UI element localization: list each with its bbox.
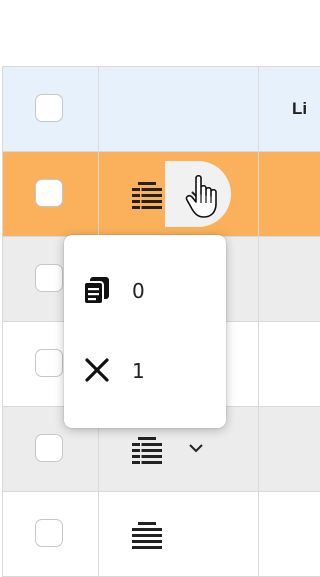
table-list-icon[interactable]	[130, 434, 164, 466]
column-divider	[258, 492, 259, 576]
column-divider	[2, 237, 3, 321]
column-divider	[2, 67, 3, 151]
row-checkbox[interactable]	[35, 349, 63, 377]
chevron-down-icon[interactable]	[188, 443, 204, 453]
table-row[interactable]	[2, 492, 320, 577]
row-checkbox[interactable]	[35, 519, 63, 547]
column-divider	[2, 492, 3, 576]
column-divider	[2, 322, 3, 406]
column-divider	[258, 322, 259, 406]
table-header-row: Li	[2, 66, 320, 152]
row-checkbox[interactable]	[35, 434, 63, 462]
column-divider	[258, 67, 259, 151]
column-divider	[258, 152, 259, 236]
hand-pointer-cursor-icon	[185, 174, 217, 218]
menu-item-close[interactable]: 1	[64, 341, 226, 401]
select-all-checkbox[interactable]	[35, 94, 63, 122]
column-divider	[258, 237, 259, 321]
menu-item-label: 1	[132, 359, 145, 383]
column-divider	[2, 152, 3, 236]
column-header-label[interactable]: Li	[292, 99, 307, 119]
table-row[interactable]	[2, 152, 320, 237]
row-actions-menu: 0 1	[64, 235, 226, 428]
column-divider	[98, 492, 99, 576]
table-list-icon[interactable]	[130, 179, 164, 211]
column-divider	[98, 67, 99, 151]
column-divider	[258, 407, 259, 491]
copy-documents-icon	[83, 277, 109, 305]
row-checkbox[interactable]	[35, 264, 63, 292]
menu-item-label: 0	[132, 279, 145, 303]
table-list-icon[interactable]	[130, 519, 164, 551]
column-divider	[2, 407, 3, 491]
column-divider	[98, 152, 99, 236]
menu-item-copy[interactable]: 0	[64, 261, 226, 321]
row-checkbox[interactable]	[35, 179, 63, 207]
close-icon	[85, 358, 109, 382]
